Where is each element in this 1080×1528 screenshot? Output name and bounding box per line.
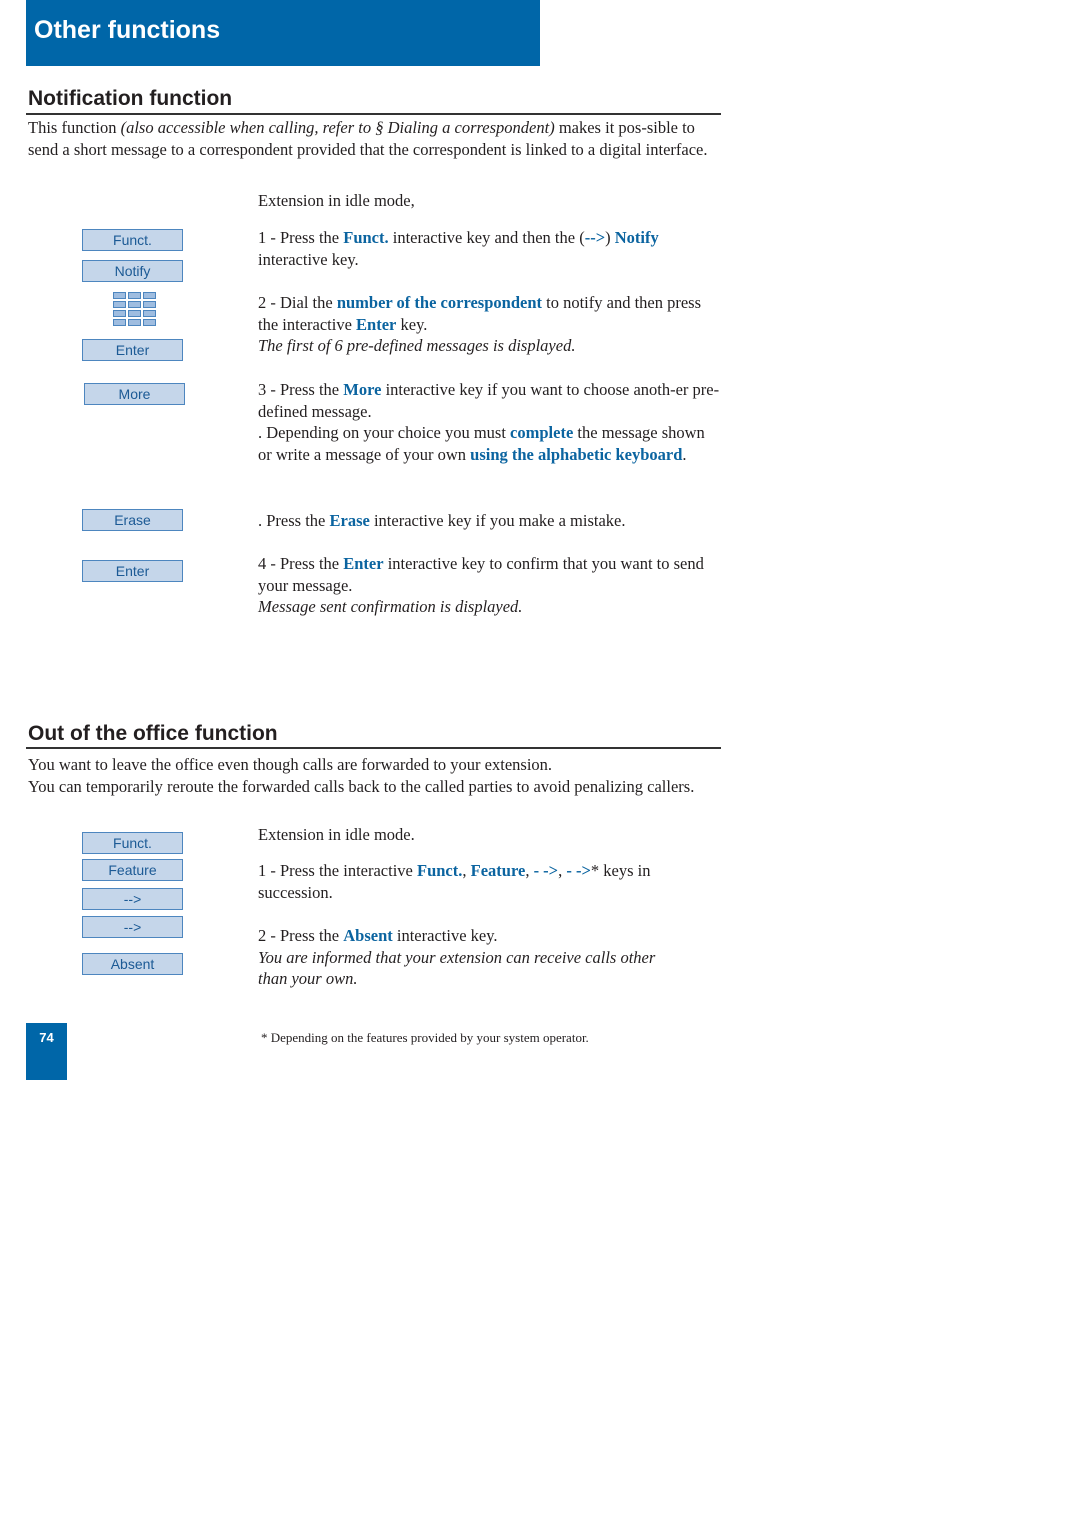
page-number-tab: 74 xyxy=(26,1023,67,1080)
key-ref: complete xyxy=(510,423,574,443)
erase-step: . Press the Erase interactive key if you… xyxy=(258,510,720,532)
intro-text: You want to leave the office even though… xyxy=(28,755,553,774)
intro-text: This function xyxy=(28,118,121,137)
erase-key[interactable]: Erase xyxy=(82,509,183,531)
result-note: The first of 6 pre-defined messages is d… xyxy=(258,336,576,356)
step-text: 1 - Press the interactive xyxy=(258,861,417,880)
notification-intro: This function (also accessible when call… xyxy=(28,117,722,161)
key-ref: - -> xyxy=(533,861,559,880)
step-text: 3 - Press the xyxy=(258,380,344,399)
idle-mode-text: Extension in idle mode. xyxy=(258,825,415,844)
keypad-icon xyxy=(113,292,157,328)
step-text: ) xyxy=(605,228,615,247)
chapter-title: Other functions xyxy=(34,16,221,44)
office-step-2: 2 - Press the Absent interactive key. You… xyxy=(258,925,720,990)
section-divider xyxy=(26,747,721,749)
step-text: interactive key. xyxy=(392,926,498,945)
step-text: interactive key and then the ( xyxy=(388,228,585,247)
step-text: 2 - Press the xyxy=(258,926,344,945)
footnote: * Depending on the features provided by … xyxy=(261,1030,589,1045)
office-step-1: 1 - Press the interactive Funct., Featur… xyxy=(258,860,720,903)
key-ref: Funct. xyxy=(343,228,389,247)
result-note: You are informed that your extension can… xyxy=(258,947,656,989)
enter-key[interactable]: Enter xyxy=(82,560,183,582)
section-title-out-of-office: Out of the office function xyxy=(28,722,278,745)
step-4: 4 - Press the Enter interactive key to c… xyxy=(258,553,720,618)
link-alphabetic-keyboard: using the alphabetic keyboard xyxy=(470,445,683,465)
key-ref: Enter xyxy=(356,314,397,334)
section-divider xyxy=(26,113,721,115)
key-ref: Notify xyxy=(614,228,659,247)
absent-key[interactable]: Absent xyxy=(82,953,183,975)
separator: , xyxy=(525,861,534,880)
step-text: . Press the xyxy=(258,511,330,530)
key-ref: - -> xyxy=(566,861,591,880)
step-2: 2 - Dial the number of the correspondent… xyxy=(258,292,720,357)
chapter-header: Other functions xyxy=(26,0,540,66)
enter-key[interactable]: Enter xyxy=(82,339,183,361)
key-ref: Enter xyxy=(343,554,384,573)
more-key[interactable]: More xyxy=(84,383,185,405)
arrow-key[interactable]: --> xyxy=(82,916,183,938)
funct-key[interactable]: Funct. xyxy=(82,832,183,854)
step-text: . Depending on your choice you must xyxy=(258,423,511,443)
step-3: 3 - Press the More interactive key if yo… xyxy=(258,379,720,466)
funct-key[interactable]: Funct. xyxy=(82,229,183,251)
key-ref: Absent xyxy=(343,926,393,945)
notify-key[interactable]: Notify xyxy=(82,260,183,282)
key-ref: --> xyxy=(584,228,606,247)
section-title-notification: Notification function xyxy=(28,87,233,110)
result-note: Message sent confirmation is displayed. xyxy=(258,597,523,617)
office-intro: You want to leave the office even though… xyxy=(28,754,722,798)
feature-key[interactable]: Feature xyxy=(82,859,183,881)
step-text: key. xyxy=(396,314,428,334)
step-text: 4 - Press the xyxy=(258,554,344,573)
intro-note: (also accessible when calling, refer to … xyxy=(120,118,555,137)
step-text: 1 - Press the xyxy=(258,228,344,247)
step-text: interactive key if you make a mistake. xyxy=(369,511,626,530)
arrow-key[interactable]: --> xyxy=(82,888,183,910)
key-ref: Feature xyxy=(470,861,526,880)
intro-text: You can temporarily reroute the forwarde… xyxy=(28,777,695,796)
key-ref: Funct. xyxy=(417,861,463,880)
key-ref: Erase xyxy=(329,511,370,530)
idle-mode-text: Extension in idle mode, xyxy=(258,191,415,210)
page-number: 74 xyxy=(39,1030,54,1045)
key-ref: number of the correspondent xyxy=(336,293,542,312)
step-text: interactive key. xyxy=(258,249,359,269)
key-ref: More xyxy=(343,380,382,399)
step-1: 1 - Press the Funct. interactive key and… xyxy=(258,227,720,270)
step-text: 2 - Dial the xyxy=(258,293,337,312)
step-text: . xyxy=(682,445,687,465)
separator: , xyxy=(462,861,471,880)
